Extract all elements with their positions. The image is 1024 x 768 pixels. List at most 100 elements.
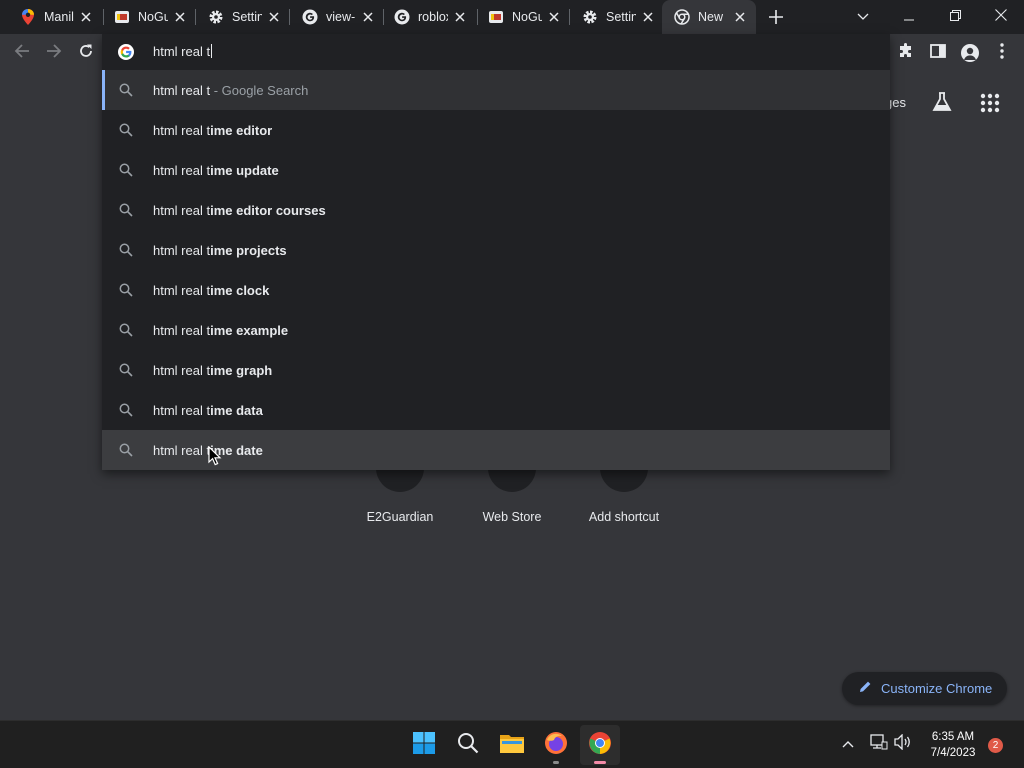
tab-title: Settings bbox=[606, 10, 636, 24]
show-hidden-icons-button[interactable] bbox=[837, 733, 859, 755]
start-button[interactable] bbox=[404, 725, 444, 765]
back-button[interactable] bbox=[10, 41, 34, 65]
clock[interactable]: 6:35 AM 7/4/2023 bbox=[920, 729, 986, 761]
network-icon bbox=[870, 733, 888, 755]
suggestion-item[interactable]: html real time editor courses bbox=[102, 190, 890, 230]
nog-icon bbox=[488, 9, 504, 25]
suggestion-item[interactable]: html real time clock bbox=[102, 270, 890, 310]
notification-badge[interactable]: 2 bbox=[988, 738, 1003, 753]
new-tab-button[interactable] bbox=[766, 7, 786, 27]
menu-button[interactable] bbox=[990, 41, 1014, 65]
close-icon[interactable] bbox=[78, 9, 94, 25]
omnibox-input[interactable]: html real t bbox=[153, 44, 213, 59]
close-window-button[interactable] bbox=[978, 0, 1024, 34]
chrome-button[interactable] bbox=[580, 725, 620, 765]
suggestion-text: html real time update bbox=[153, 163, 279, 178]
extensions-button[interactable] bbox=[894, 41, 918, 65]
gear-icon bbox=[582, 9, 598, 25]
minimize-button[interactable] bbox=[886, 0, 932, 34]
close-icon[interactable] bbox=[732, 9, 748, 25]
arrow-right-icon bbox=[46, 43, 62, 64]
network-button[interactable] bbox=[868, 733, 890, 755]
reload-button[interactable] bbox=[74, 41, 98, 65]
suggestion-text: html real time clock bbox=[153, 283, 270, 298]
suggestion-item[interactable]: html real time editor bbox=[102, 110, 890, 150]
tab-title: NoGuardian bbox=[512, 10, 542, 24]
omnibox-dropdown: html real t html real t - Google Search … bbox=[102, 34, 890, 470]
file-explorer-button[interactable] bbox=[492, 725, 532, 765]
suggestion-item[interactable]: html real time graph bbox=[102, 350, 890, 390]
folder-icon bbox=[500, 733, 524, 758]
google-g-icon bbox=[394, 9, 410, 25]
close-icon bbox=[995, 8, 1007, 26]
more-vert-icon bbox=[1000, 42, 1004, 64]
close-icon[interactable] bbox=[546, 9, 562, 25]
close-icon[interactable] bbox=[452, 9, 468, 25]
tab-noguardian[interactable]: NoGuardian bbox=[102, 0, 192, 34]
profile-button[interactable] bbox=[958, 41, 982, 65]
search-icon bbox=[119, 363, 133, 377]
tab-roblox[interactable]: roblox bbox=[382, 0, 472, 34]
suggestion-text: html real time data bbox=[153, 403, 263, 418]
search-icon bbox=[457, 732, 479, 759]
search-icon bbox=[119, 123, 133, 137]
search-icon bbox=[119, 403, 133, 417]
chevron-down-icon bbox=[857, 8, 869, 26]
shortcut-label: E2Guardian bbox=[366, 510, 434, 524]
clock-time: 6:35 AM bbox=[931, 731, 975, 743]
tab-settings[interactable]: Settings bbox=[196, 0, 286, 34]
volume-button[interactable] bbox=[892, 732, 914, 755]
gear-icon bbox=[208, 9, 224, 25]
tab-new-tab[interactable]: New Tab bbox=[662, 0, 756, 34]
apps-grid-icon[interactable] bbox=[980, 93, 1000, 113]
tab-search-button[interactable] bbox=[840, 0, 886, 34]
search-icon bbox=[119, 323, 133, 337]
restore-button[interactable] bbox=[932, 0, 978, 34]
search-icon bbox=[119, 83, 133, 97]
shortcut-add[interactable]: Add shortcut bbox=[574, 444, 674, 524]
search-button[interactable] bbox=[448, 725, 488, 765]
avatar bbox=[961, 44, 979, 62]
shortcut-web-store[interactable]: Web Store bbox=[462, 444, 562, 524]
tab-settings-2[interactable]: Settings bbox=[570, 0, 660, 34]
nog-icon bbox=[114, 9, 130, 25]
suggestion-item[interactable]: html real time example bbox=[102, 310, 890, 350]
suggestion-item[interactable]: html real time update bbox=[102, 150, 890, 190]
firefox-button[interactable] bbox=[536, 725, 576, 765]
suggestion-search[interactable]: html real t - Google Search bbox=[102, 70, 890, 110]
restore-icon bbox=[949, 8, 961, 26]
tab-noguardian-2[interactable]: NoGuardian bbox=[476, 0, 566, 34]
firefox-icon bbox=[544, 731, 568, 760]
arrow-left-icon bbox=[14, 43, 30, 64]
customize-chrome-button[interactable]: Customize Chrome bbox=[842, 672, 1007, 705]
side-panel-icon bbox=[930, 43, 946, 64]
tab-title: New Tab bbox=[698, 10, 724, 24]
reload-icon bbox=[78, 43, 94, 64]
shortcut-e2guardian[interactable]: E2Guardian bbox=[350, 444, 450, 524]
suggestion-text: html real t - Google Search bbox=[153, 83, 309, 98]
close-icon[interactable] bbox=[640, 9, 656, 25]
side-panel-button[interactable] bbox=[926, 41, 950, 65]
search-icon bbox=[119, 283, 133, 297]
tab-title: NoGuardian bbox=[138, 10, 168, 24]
tab-title: roblox bbox=[418, 10, 448, 24]
pencil-icon bbox=[859, 680, 872, 698]
close-icon[interactable] bbox=[360, 9, 376, 25]
running-indicator bbox=[553, 761, 559, 764]
google-g-icon bbox=[302, 9, 318, 25]
tab-title: view- bbox=[326, 10, 356, 24]
forward-button[interactable] bbox=[42, 41, 66, 65]
address-bar[interactable]: html real t bbox=[102, 34, 890, 70]
suggestion-item[interactable]: html real time projects bbox=[102, 230, 890, 270]
suggestion-text: html real time projects bbox=[153, 243, 287, 258]
chevron-up-icon bbox=[842, 735, 854, 753]
puzzle-icon bbox=[898, 42, 914, 64]
suggestion-text: html real time editor bbox=[153, 123, 273, 138]
shortcut-label: Add shortcut bbox=[588, 510, 660, 524]
tab-view[interactable]: view- bbox=[290, 0, 380, 34]
close-icon[interactable] bbox=[266, 9, 282, 25]
labs-flask-icon[interactable] bbox=[930, 90, 954, 114]
tab-manila[interactable]: Manila bbox=[8, 0, 98, 34]
suggestion-item[interactable]: html real time data bbox=[102, 390, 890, 430]
close-icon[interactable] bbox=[172, 9, 188, 25]
